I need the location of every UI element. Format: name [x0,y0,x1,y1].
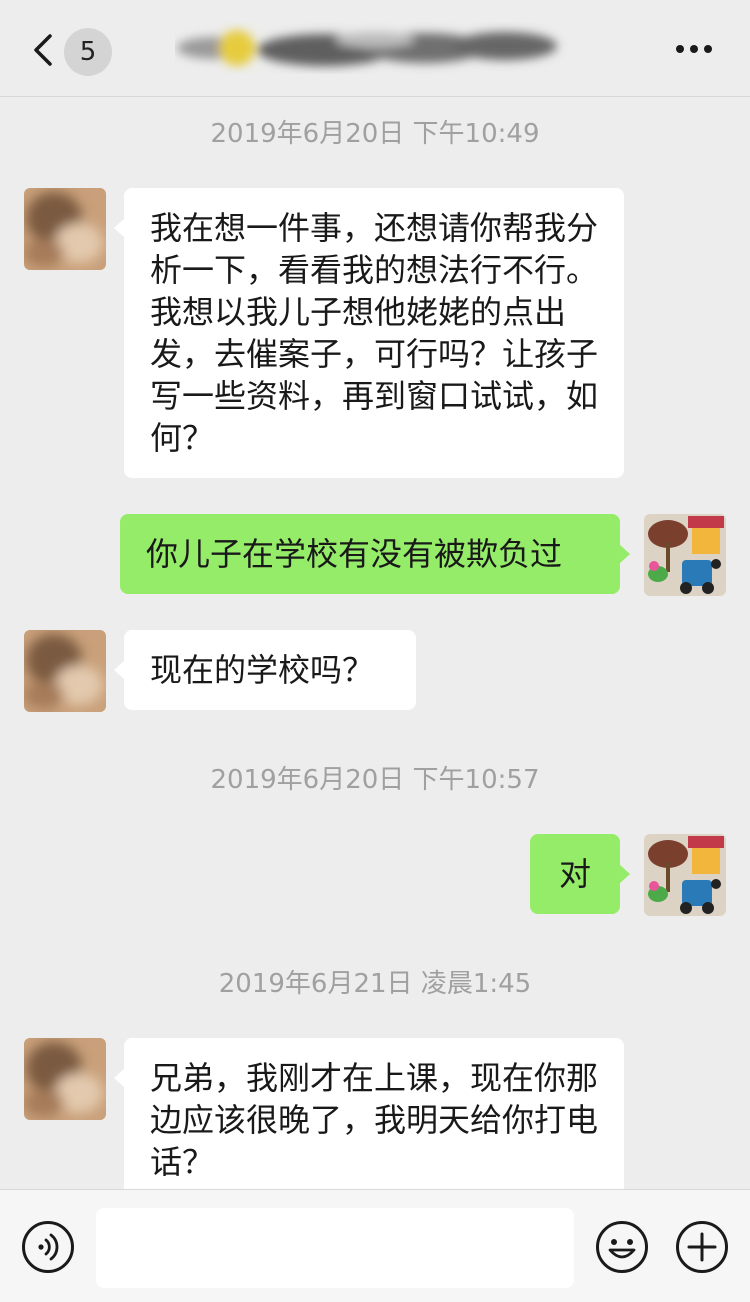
message-input[interactable] [96,1208,574,1288]
plus-icon [676,1221,728,1273]
voice-button[interactable] [21,1220,75,1274]
back-button[interactable] [30,28,60,72]
incoming-message-bubble[interactable]: 我在想一件事，还想请你帮我分析一下，看看我的想法行不行。我想以我儿子想他姥姥的点… [114,188,624,478]
voice-icon [22,1221,74,1273]
chat-title-obscured [175,22,570,74]
timestamp: 2019年6月20日 下午10:49 [210,119,540,149]
chat-header: 5 [0,0,750,97]
more-dots-icon [676,45,712,53]
chevron-left-icon [34,34,52,66]
outgoing-message-bubble[interactable]: 对 [530,834,630,914]
contact-avatar[interactable] [24,188,106,270]
emoji-button[interactable] [595,1220,649,1274]
contact-avatar[interactable] [24,630,106,712]
incoming-message-bubble[interactable]: 兄弟，我刚才在上课，现在你那边应该很晚了，我明天给你打电话？ [114,1038,624,1202]
unread-count-badge[interactable]: 5 [64,28,112,76]
emoji-icon [596,1221,648,1273]
my-avatar[interactable] [644,834,726,916]
incoming-message-bubble[interactable]: 现在的学校吗？ [114,630,416,710]
my-avatar[interactable] [644,514,726,596]
input-bar [0,1189,750,1302]
outgoing-message-bubble[interactable]: 你儿子在学校有没有被欺负过 [120,514,630,594]
more-options-button[interactable] [674,34,714,64]
contact-avatar[interactable] [24,1038,106,1120]
add-button[interactable] [675,1220,729,1274]
timestamp: 2019年6月21日 凌晨1:45 [218,969,532,999]
timestamp: 2019年6月20日 下午10:57 [210,765,540,795]
